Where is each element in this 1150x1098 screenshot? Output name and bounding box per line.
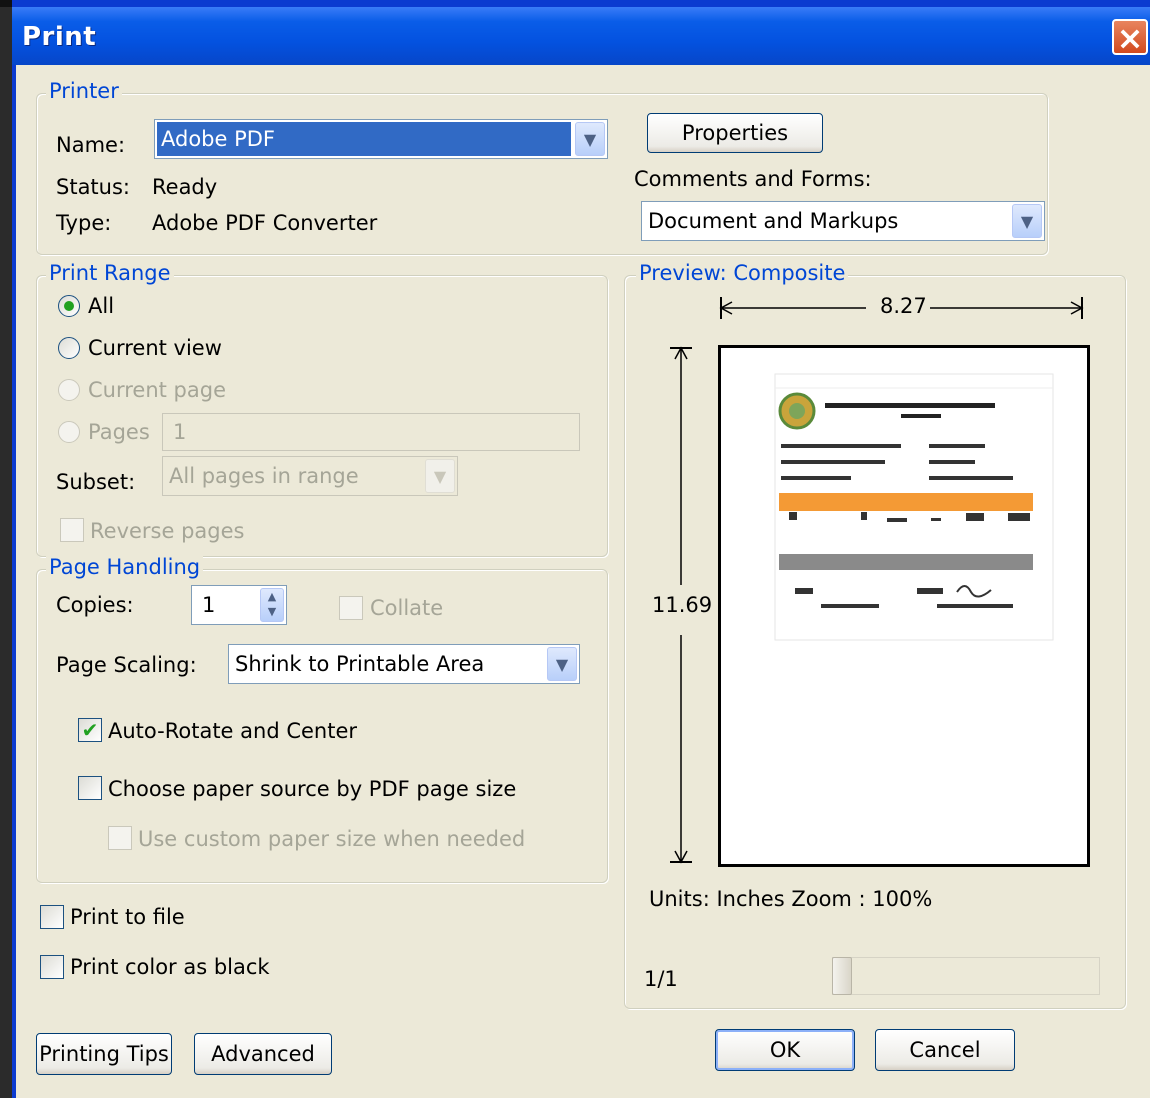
radio-current-view-label: Current view: [88, 336, 222, 360]
advanced-label: Advanced: [211, 1042, 315, 1066]
status-label: Status:: [56, 175, 130, 199]
chevron-down-icon[interactable]: ▼: [1012, 204, 1042, 238]
collate-checkbox[interactable]: [339, 596, 363, 620]
paper-source-label: Choose paper source by PDF page size: [108, 777, 517, 801]
page-scaling-select[interactable]: Shrink to Printable Area ▼: [228, 644, 580, 684]
document-thumbnail: [774, 373, 1054, 641]
printer-name-select[interactable]: Adobe PDF ▼: [154, 119, 608, 159]
comments-forms-value: Document and Markups: [648, 209, 899, 233]
page-counter: 1/1: [644, 967, 678, 991]
radio-pages[interactable]: [58, 421, 80, 443]
cancel-button[interactable]: Cancel: [875, 1029, 1015, 1071]
auto-rotate-checkbox[interactable]: ✔: [78, 718, 102, 742]
page-scaling-label: Page Scaling:: [56, 653, 197, 677]
ok-button[interactable]: OK: [715, 1029, 855, 1071]
page-slider-thumb[interactable]: [832, 957, 852, 995]
print-black-label: Print color as black: [70, 955, 270, 979]
radio-all-label: All: [88, 294, 115, 318]
chevron-down-icon[interactable]: ▼: [425, 459, 455, 493]
custom-paper-checkbox[interactable]: [108, 826, 132, 850]
reverse-pages-label: Reverse pages: [90, 519, 245, 543]
radio-current-page-label: Current page: [88, 378, 226, 402]
printing-tips-label: Printing Tips: [39, 1042, 169, 1066]
comments-forms-select[interactable]: Document and Markups ▼: [641, 201, 1045, 241]
pages-input[interactable]: 1: [162, 413, 580, 451]
advanced-button[interactable]: Advanced: [194, 1033, 332, 1075]
dialog-body: Printer Name: Adobe PDF ▼ Status: Ready …: [16, 65, 1150, 1098]
paper-source-checkbox[interactable]: [78, 776, 102, 800]
radio-current-view[interactable]: [58, 337, 80, 359]
close-icon: ×: [1116, 19, 1144, 57]
subset-value: All pages in range: [169, 464, 359, 488]
printer-name-value: Adobe PDF: [161, 127, 276, 151]
custom-paper-label: Use custom paper size when needed: [138, 827, 526, 851]
copies-input[interactable]: 1 ▲ ▼: [191, 585, 287, 625]
subset-select[interactable]: All pages in range ▼: [162, 456, 458, 496]
radio-current-page[interactable]: [58, 379, 80, 401]
radio-all[interactable]: [58, 295, 80, 317]
copies-label: Copies:: [56, 593, 134, 617]
status-value: Ready: [152, 175, 218, 199]
type-value: Adobe PDF Converter: [152, 211, 378, 235]
comments-forms-label: Comments and Forms:: [634, 167, 872, 191]
properties-button[interactable]: Properties: [647, 113, 823, 153]
collate-label: Collate: [370, 596, 444, 620]
preview-group-label: Preview: Composite: [636, 261, 849, 285]
width-value: 8.27: [880, 294, 927, 318]
properties-button-label: Properties: [681, 121, 789, 145]
title-bar[interactable]: Print ×: [12, 7, 1150, 65]
radio-pages-label: Pages: [88, 420, 150, 444]
print-to-file-label: Print to file: [70, 905, 185, 929]
spinner-icon[interactable]: ▲ ▼: [260, 588, 284, 622]
page-slider[interactable]: [832, 957, 1100, 995]
print-black-checkbox[interactable]: [40, 955, 64, 979]
printer-group-label: Printer: [46, 79, 122, 103]
type-label: Type:: [56, 211, 112, 235]
close-button[interactable]: ×: [1112, 19, 1148, 55]
chevron-down-icon[interactable]: ▼: [547, 647, 577, 681]
subset-label: Subset:: [56, 470, 136, 494]
auto-rotate-label: Auto-Rotate and Center: [108, 719, 358, 743]
page-handling-group-label: Page Handling: [46, 555, 204, 579]
chevron-down-icon[interactable]: ▼: [575, 122, 605, 156]
pages-input-value: 1: [173, 420, 187, 444]
dialog-title: Print: [22, 22, 97, 52]
preview-page: [718, 345, 1090, 867]
copies-value: 1: [202, 593, 216, 617]
reverse-pages-checkbox[interactable]: [60, 518, 84, 542]
units-zoom-text: Units: Inches Zoom : 100%: [649, 887, 933, 911]
ok-label: OK: [769, 1038, 801, 1062]
printer-name-label: Name:: [56, 133, 126, 157]
print-to-file-checkbox[interactable]: [40, 905, 64, 929]
printing-tips-button[interactable]: Printing Tips: [36, 1033, 172, 1075]
page-scaling-value: Shrink to Printable Area: [235, 652, 485, 676]
height-value: 11.69: [652, 593, 713, 617]
cancel-label: Cancel: [909, 1038, 981, 1062]
print-range-group-label: Print Range: [46, 261, 174, 285]
